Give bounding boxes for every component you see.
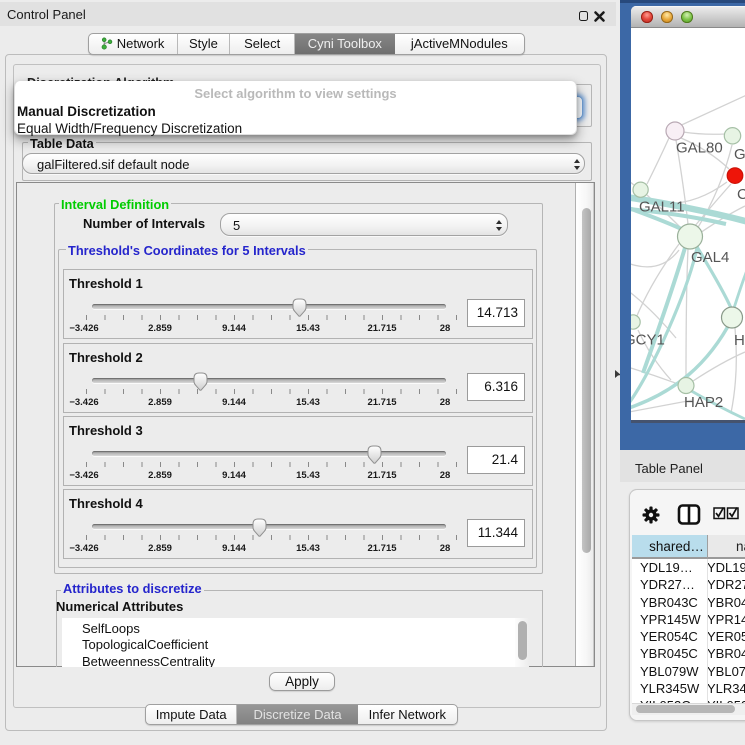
- svg-text:H: H: [734, 332, 745, 349]
- svg-text:GCY1: GCY1: [631, 332, 665, 349]
- svg-text:C: C: [737, 186, 745, 203]
- svg-text:HAP2: HAP2: [684, 394, 723, 411]
- svg-text:GAL4: GAL4: [691, 249, 729, 266]
- svg-text:GAL80: GAL80: [676, 140, 723, 157]
- svg-text:GAL11: GAL11: [639, 199, 685, 216]
- svg-text:GC: GC: [734, 146, 745, 163]
